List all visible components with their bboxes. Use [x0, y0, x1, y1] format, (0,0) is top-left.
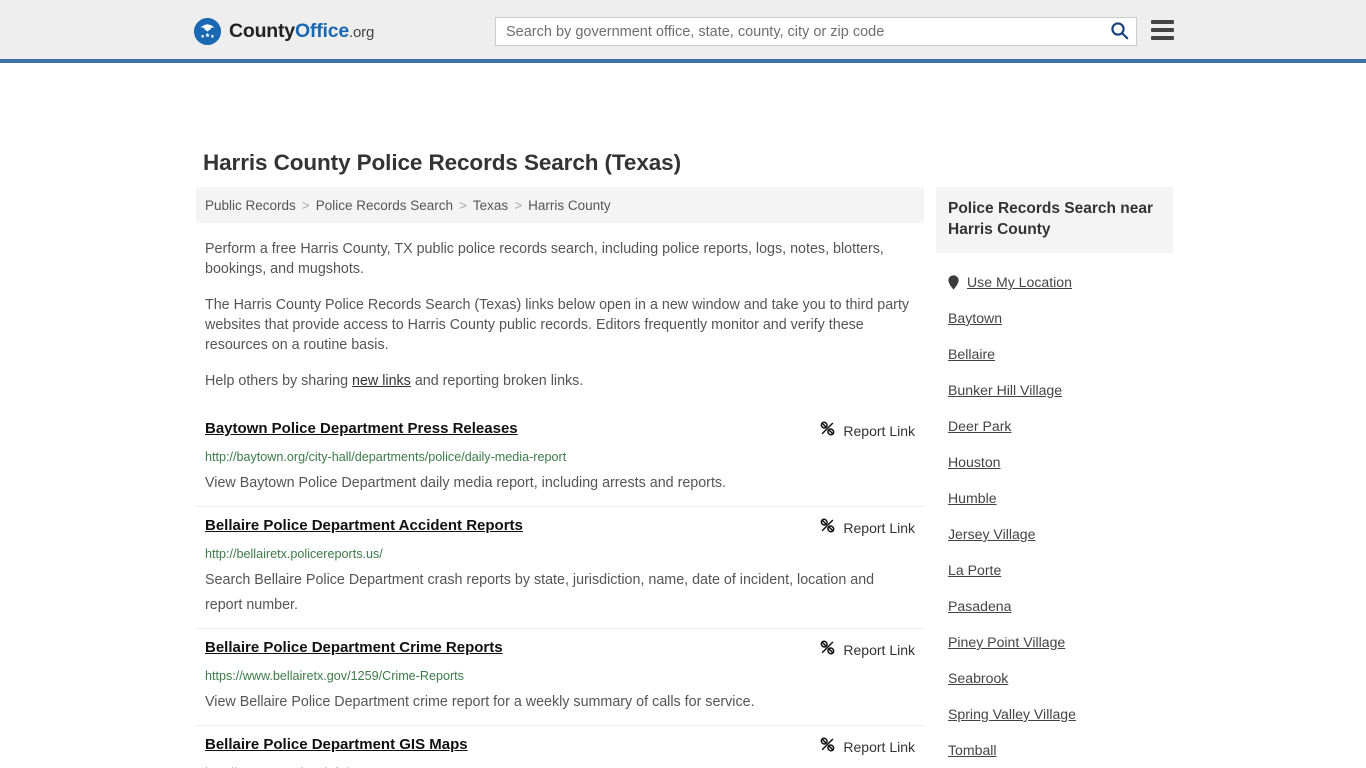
result-url[interactable]: https://www.bellairetx.gov/1259/Crime-Re… [205, 668, 915, 684]
report-link-label: Report Link [843, 642, 915, 658]
sidebar-city-link[interactable]: Seabrook [948, 670, 1008, 686]
sidebar-item-tomball[interactable]: Tomball [936, 732, 1173, 768]
sidebar-item-pasadena[interactable]: Pasadena [936, 588, 1173, 624]
page-title: Harris County Police Records Search (Tex… [203, 150, 681, 175]
use-my-location-link[interactable]: Use My Location [967, 274, 1072, 290]
intro-paragraph-2: The Harris County Police Records Search … [205, 297, 910, 353]
intro-paragraph-1: Perform a free Harris County, TX public … [205, 241, 884, 277]
sidebar-city-link[interactable]: Humble [948, 490, 997, 506]
result-description: View Baytown Police Department daily med… [205, 475, 727, 491]
sidebar-city-link[interactable]: Spring Valley Village [948, 706, 1076, 722]
result-item: Baytown Police Department Press Releases… [196, 410, 924, 507]
sidebar-item-use-my-location[interactable]: Use My Location [936, 264, 1173, 300]
result-header: Baytown Police Department Press Releases… [205, 419, 915, 442]
breadcrumb-item-police-records-search[interactable]: Police Records Search [316, 198, 453, 213]
sidebar-item-baytown[interactable]: Baytown [936, 300, 1173, 336]
site-logo-link[interactable]: CountyOffice.org [194, 17, 374, 45]
sidebar-item-bellaire[interactable]: Bellaire [936, 336, 1173, 372]
sidebar-item-spring-valley-village[interactable]: Spring Valley Village [936, 696, 1173, 732]
sidebar-city-link[interactable]: Baytown [948, 310, 1002, 326]
sidebar-city-link[interactable]: Deer Park [948, 418, 1011, 434]
result-description: View Bellaire Police Department crime re… [205, 694, 755, 710]
hamburger-bar-2 [1151, 28, 1174, 32]
sidebar-city-link[interactable]: Pasadena [948, 598, 1011, 614]
sidebar-item-bunker-hill-village[interactable]: Bunker Hill Village [936, 372, 1173, 408]
report-link-button[interactable]: Report Link [819, 419, 915, 442]
brand-text-county: County [229, 19, 295, 42]
sidebar: Police Records Search near Harris County… [936, 187, 1173, 768]
result-title-link[interactable]: Bellaire Police Department Crime Reports [205, 638, 503, 658]
broken-link-icon [819, 736, 836, 758]
brand-text-office: Office [294, 19, 350, 42]
result-item: Bellaire Police Department Crime Reports… [196, 629, 924, 726]
result-url[interactable]: http://bellairetx.policereports.us/ [205, 546, 915, 562]
sidebar-city-link[interactable]: Tomball [948, 742, 997, 758]
main-content: Public Records > Police Records Search >… [196, 187, 924, 768]
broken-link-icon [819, 420, 836, 442]
search-icon [1110, 21, 1129, 43]
search-input[interactable] [496, 18, 1102, 45]
report-link-button[interactable]: Report Link [819, 735, 915, 758]
breadcrumb-separator: > [514, 197, 523, 213]
search-button[interactable] [1102, 18, 1136, 45]
result-title-link[interactable]: Bellaire Police Department Accident Repo… [205, 516, 523, 536]
hamburger-bar-3 [1151, 36, 1174, 40]
result-url[interactable]: http://baytown.org/city-hall/departments… [205, 449, 915, 465]
results-list: Baytown Police Department Press Releases… [196, 410, 924, 768]
result-header: Bellaire Police Department Accident Repo… [205, 516, 915, 539]
sidebar-item-jersey-village[interactable]: Jersey Village [936, 516, 1173, 552]
sidebar-title: Police Records Search near Harris County [936, 187, 1173, 253]
result-title-link[interactable]: Bellaire Police Department GIS Maps [205, 735, 468, 755]
sidebar-item-la-porte[interactable]: La Porte [936, 552, 1173, 588]
sidebar-item-piney-point-village[interactable]: Piney Point Village [936, 624, 1173, 660]
sidebar-item-deer-park[interactable]: Deer Park [936, 408, 1173, 444]
report-link-label: Report Link [843, 423, 915, 439]
sidebar-city-link[interactable]: La Porte [948, 562, 1001, 578]
sidebar-city-link[interactable]: Jersey Village [948, 526, 1035, 542]
sidebar-item-humble[interactable]: Humble [936, 480, 1173, 516]
breadcrumb-item-harris-county: Harris County [528, 197, 611, 213]
hamburger-bar-1 [1151, 20, 1174, 24]
sidebar-city-link[interactable]: Bellaire [948, 346, 995, 362]
search-bar[interactable] [495, 17, 1137, 46]
intro-paragraph-3: Help others by sharing new links and rep… [196, 371, 924, 391]
brand-text-tld: .org [349, 23, 375, 41]
report-link-button[interactable]: Report Link [819, 638, 915, 661]
broken-link-icon [819, 517, 836, 539]
result-title-link[interactable]: Baytown Police Department Press Releases [205, 419, 518, 439]
map-pin-icon [948, 274, 959, 290]
intro-p3-before: Help others by sharing [205, 373, 353, 389]
breadcrumb-separator: > [459, 197, 467, 213]
sidebar-city-link[interactable]: Piney Point Village [948, 634, 1065, 650]
site-logo-text: CountyOffice.org [229, 20, 374, 43]
sidebar-city-link[interactable]: Houston [948, 454, 1001, 470]
sidebar-city-link[interactable]: Bunker Hill Village [948, 382, 1062, 398]
header-inner: CountyOffice.org [0, 0, 1366, 59]
result-header: Bellaire Police Department Crime Reports… [205, 638, 915, 661]
site-header: CountyOffice.org [0, 0, 1366, 63]
hamburger-menu-icon[interactable] [1151, 20, 1174, 40]
report-link-label: Report Link [843, 520, 915, 536]
result-item: Bellaire Police Department Accident Repo… [196, 507, 924, 629]
report-link-button[interactable]: Report Link [819, 516, 915, 539]
eagle-shield-logo-icon [194, 17, 221, 45]
breadcrumb: Public Records > Police Records Search >… [196, 187, 924, 223]
breadcrumb-item-texas[interactable]: Texas [473, 198, 508, 213]
sidebar-item-houston[interactable]: Houston [936, 444, 1173, 480]
report-link-label: Report Link [843, 739, 915, 755]
result-description: Search Bellaire Police Department crash … [205, 572, 875, 613]
sidebar-item-seabrook[interactable]: Seabrook [936, 660, 1173, 696]
broken-link-icon [819, 639, 836, 661]
result-header: Bellaire Police Department GIS Maps Repo… [205, 735, 915, 758]
result-item: Bellaire Police Department GIS Maps Repo… [196, 726, 924, 768]
sidebar-city-list: Use My Location Baytown Bellaire Bunker … [936, 264, 1173, 768]
intro-p3-after: and reporting broken links. [410, 373, 584, 389]
breadcrumb-item-public-records[interactable]: Public Records [205, 198, 296, 213]
breadcrumb-separator: > [301, 197, 310, 213]
new-links-link[interactable]: new links [352, 373, 411, 389]
